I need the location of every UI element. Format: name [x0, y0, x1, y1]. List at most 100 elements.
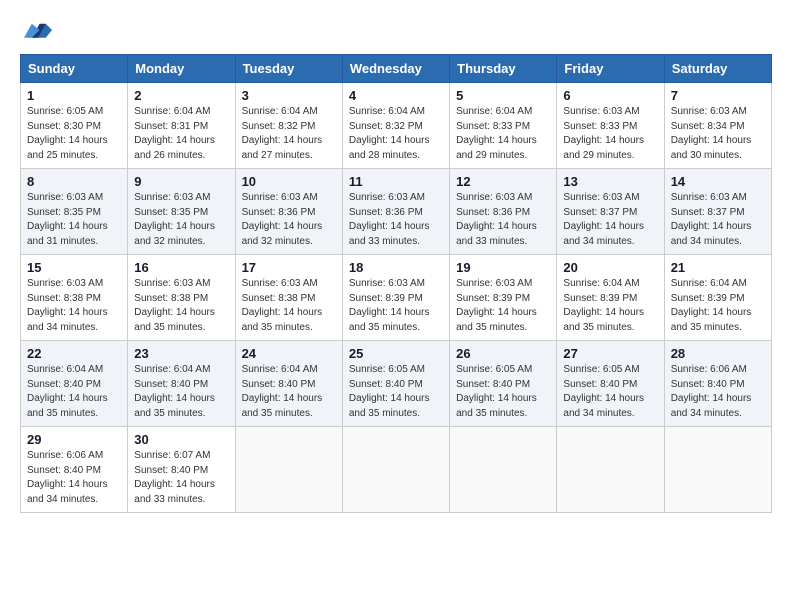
calendar-cell: 1 Sunrise: 6:05 AMSunset: 8:30 PMDayligh… [21, 83, 128, 169]
day-detail: Sunrise: 6:04 AMSunset: 8:31 PMDaylight:… [134, 106, 215, 161]
calendar-header-saturday: Saturday [664, 55, 771, 83]
day-detail: Sunrise: 6:03 AMSunset: 8:39 PMDaylight:… [456, 278, 537, 333]
day-detail: Sunrise: 6:03 AMSunset: 8:35 PMDaylight:… [27, 192, 108, 247]
day-detail: Sunrise: 6:03 AMSunset: 8:33 PMDaylight:… [563, 106, 644, 161]
calendar-week-row: 29 Sunrise: 6:06 AMSunset: 8:40 PMDaylig… [21, 427, 772, 513]
day-detail: Sunrise: 6:04 AMSunset: 8:33 PMDaylight:… [456, 106, 537, 161]
day-number: 7 [671, 88, 765, 103]
calendar-cell: 17 Sunrise: 6:03 AMSunset: 8:38 PMDaylig… [235, 255, 342, 341]
calendar-cell: 5 Sunrise: 6:04 AMSunset: 8:33 PMDayligh… [450, 83, 557, 169]
day-number: 16 [134, 260, 228, 275]
day-detail: Sunrise: 6:06 AMSunset: 8:40 PMDaylight:… [27, 450, 108, 505]
day-detail: Sunrise: 6:07 AMSunset: 8:40 PMDaylight:… [134, 450, 215, 505]
calendar-week-row: 22 Sunrise: 6:04 AMSunset: 8:40 PMDaylig… [21, 341, 772, 427]
day-detail: Sunrise: 6:05 AMSunset: 8:30 PMDaylight:… [27, 106, 108, 161]
calendar-cell: 12 Sunrise: 6:03 AMSunset: 8:36 PMDaylig… [450, 169, 557, 255]
day-detail: Sunrise: 6:04 AMSunset: 8:39 PMDaylight:… [563, 278, 644, 333]
calendar-cell: 3 Sunrise: 6:04 AMSunset: 8:32 PMDayligh… [235, 83, 342, 169]
calendar-cell: 27 Sunrise: 6:05 AMSunset: 8:40 PMDaylig… [557, 341, 664, 427]
day-detail: Sunrise: 6:03 AMSunset: 8:38 PMDaylight:… [134, 278, 215, 333]
day-detail: Sunrise: 6:03 AMSunset: 8:38 PMDaylight:… [27, 278, 108, 333]
day-number: 13 [563, 174, 657, 189]
calendar-cell: 19 Sunrise: 6:03 AMSunset: 8:39 PMDaylig… [450, 255, 557, 341]
day-detail: Sunrise: 6:03 AMSunset: 8:37 PMDaylight:… [563, 192, 644, 247]
day-number: 5 [456, 88, 550, 103]
calendar-cell: 25 Sunrise: 6:05 AMSunset: 8:40 PMDaylig… [342, 341, 449, 427]
calendar-header-tuesday: Tuesday [235, 55, 342, 83]
day-number: 27 [563, 346, 657, 361]
calendar-cell: 22 Sunrise: 6:04 AMSunset: 8:40 PMDaylig… [21, 341, 128, 427]
calendar-cell: 8 Sunrise: 6:03 AMSunset: 8:35 PMDayligh… [21, 169, 128, 255]
calendar-cell: 16 Sunrise: 6:03 AMSunset: 8:38 PMDaylig… [128, 255, 235, 341]
day-number: 22 [27, 346, 121, 361]
day-detail: Sunrise: 6:05 AMSunset: 8:40 PMDaylight:… [456, 364, 537, 419]
day-number: 1 [27, 88, 121, 103]
day-number: 2 [134, 88, 228, 103]
calendar-cell: 29 Sunrise: 6:06 AMSunset: 8:40 PMDaylig… [21, 427, 128, 513]
day-number: 26 [456, 346, 550, 361]
calendar-cell: 28 Sunrise: 6:06 AMSunset: 8:40 PMDaylig… [664, 341, 771, 427]
day-detail: Sunrise: 6:04 AMSunset: 8:32 PMDaylight:… [349, 106, 430, 161]
day-detail: Sunrise: 6:03 AMSunset: 8:36 PMDaylight:… [242, 192, 323, 247]
calendar-cell [557, 427, 664, 513]
calendar-cell [235, 427, 342, 513]
page: SundayMondayTuesdayWednesdayThursdayFrid… [0, 0, 792, 612]
day-detail: Sunrise: 6:03 AMSunset: 8:37 PMDaylight:… [671, 192, 752, 247]
day-number: 9 [134, 174, 228, 189]
calendar-cell: 15 Sunrise: 6:03 AMSunset: 8:38 PMDaylig… [21, 255, 128, 341]
day-number: 28 [671, 346, 765, 361]
calendar-cell [664, 427, 771, 513]
day-detail: Sunrise: 6:05 AMSunset: 8:40 PMDaylight:… [563, 364, 644, 419]
day-number: 12 [456, 174, 550, 189]
day-number: 8 [27, 174, 121, 189]
day-number: 15 [27, 260, 121, 275]
calendar-cell: 20 Sunrise: 6:04 AMSunset: 8:39 PMDaylig… [557, 255, 664, 341]
day-number: 19 [456, 260, 550, 275]
calendar-header-monday: Monday [128, 55, 235, 83]
calendar-week-row: 15 Sunrise: 6:03 AMSunset: 8:38 PMDaylig… [21, 255, 772, 341]
day-detail: Sunrise: 6:04 AMSunset: 8:40 PMDaylight:… [242, 364, 323, 419]
day-number: 30 [134, 432, 228, 447]
calendar-cell: 14 Sunrise: 6:03 AMSunset: 8:37 PMDaylig… [664, 169, 771, 255]
calendar-cell: 7 Sunrise: 6:03 AMSunset: 8:34 PMDayligh… [664, 83, 771, 169]
day-number: 18 [349, 260, 443, 275]
calendar-header-thursday: Thursday [450, 55, 557, 83]
day-detail: Sunrise: 6:03 AMSunset: 8:36 PMDaylight:… [349, 192, 430, 247]
day-detail: Sunrise: 6:04 AMSunset: 8:40 PMDaylight:… [134, 364, 215, 419]
logo [20, 16, 52, 44]
day-number: 4 [349, 88, 443, 103]
day-number: 25 [349, 346, 443, 361]
calendar-cell: 11 Sunrise: 6:03 AMSunset: 8:36 PMDaylig… [342, 169, 449, 255]
day-number: 17 [242, 260, 336, 275]
day-detail: Sunrise: 6:03 AMSunset: 8:34 PMDaylight:… [671, 106, 752, 161]
day-detail: Sunrise: 6:03 AMSunset: 8:38 PMDaylight:… [242, 278, 323, 333]
header [20, 16, 772, 44]
day-number: 21 [671, 260, 765, 275]
calendar: SundayMondayTuesdayWednesdayThursdayFrid… [20, 54, 772, 513]
calendar-header-friday: Friday [557, 55, 664, 83]
day-number: 14 [671, 174, 765, 189]
day-number: 6 [563, 88, 657, 103]
calendar-week-row: 1 Sunrise: 6:05 AMSunset: 8:30 PMDayligh… [21, 83, 772, 169]
calendar-cell [450, 427, 557, 513]
calendar-cell: 13 Sunrise: 6:03 AMSunset: 8:37 PMDaylig… [557, 169, 664, 255]
day-detail: Sunrise: 6:05 AMSunset: 8:40 PMDaylight:… [349, 364, 430, 419]
day-detail: Sunrise: 6:06 AMSunset: 8:40 PMDaylight:… [671, 364, 752, 419]
day-number: 24 [242, 346, 336, 361]
day-number: 10 [242, 174, 336, 189]
calendar-header-wednesday: Wednesday [342, 55, 449, 83]
calendar-cell: 21 Sunrise: 6:04 AMSunset: 8:39 PMDaylig… [664, 255, 771, 341]
calendar-cell: 2 Sunrise: 6:04 AMSunset: 8:31 PMDayligh… [128, 83, 235, 169]
calendar-cell: 9 Sunrise: 6:03 AMSunset: 8:35 PMDayligh… [128, 169, 235, 255]
calendar-week-row: 8 Sunrise: 6:03 AMSunset: 8:35 PMDayligh… [21, 169, 772, 255]
calendar-cell: 10 Sunrise: 6:03 AMSunset: 8:36 PMDaylig… [235, 169, 342, 255]
calendar-cell: 24 Sunrise: 6:04 AMSunset: 8:40 PMDaylig… [235, 341, 342, 427]
day-number: 20 [563, 260, 657, 275]
calendar-cell: 4 Sunrise: 6:04 AMSunset: 8:32 PMDayligh… [342, 83, 449, 169]
day-detail: Sunrise: 6:04 AMSunset: 8:39 PMDaylight:… [671, 278, 752, 333]
calendar-cell: 6 Sunrise: 6:03 AMSunset: 8:33 PMDayligh… [557, 83, 664, 169]
calendar-cell [342, 427, 449, 513]
day-detail: Sunrise: 6:03 AMSunset: 8:39 PMDaylight:… [349, 278, 430, 333]
day-detail: Sunrise: 6:04 AMSunset: 8:40 PMDaylight:… [27, 364, 108, 419]
calendar-header-row: SundayMondayTuesdayWednesdayThursdayFrid… [21, 55, 772, 83]
